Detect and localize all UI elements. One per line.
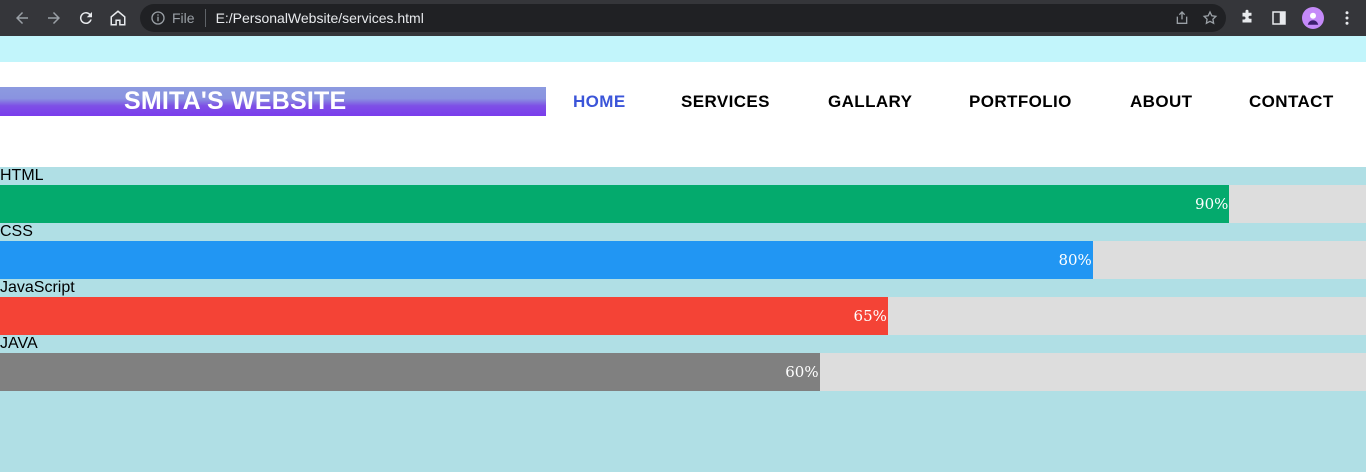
skill-label: CSS	[0, 223, 33, 240]
site-logo: SMITA'S WEBSITE	[0, 87, 546, 116]
address-bar[interactable]: File E:/PersonalWebsite/services.html	[140, 4, 1226, 32]
skill-percent: 90%	[1195, 195, 1229, 213]
logo-text: SMITA'S WEBSITE	[124, 87, 347, 115]
skill-css: CSS 80%	[0, 223, 1366, 279]
skill-track: 90%	[0, 185, 1366, 223]
skill-percent: 60%	[785, 363, 819, 381]
skills-section: HTML 90% CSS 80% JavaScript 65% JAVA 60%	[0, 167, 1366, 391]
top-strip	[0, 36, 1366, 62]
home-button[interactable]	[102, 2, 134, 34]
skill-bar-css: 80%	[0, 241, 1093, 279]
nav-services[interactable]: SERVICES	[681, 87, 770, 116]
skill-track: 65%	[0, 297, 1366, 335]
share-icon[interactable]	[1174, 10, 1190, 26]
skill-bar-javascript: 65%	[0, 297, 888, 335]
browser-toolbar: File E:/PersonalWebsite/services.html	[0, 0, 1366, 36]
forward-icon	[48, 12, 60, 24]
skill-percent: 80%	[1058, 251, 1092, 269]
star-icon[interactable]	[1202, 10, 1218, 26]
nav-about[interactable]: ABOUT	[1130, 87, 1192, 116]
skill-label: JAVA	[0, 335, 38, 352]
nav-home[interactable]: HOME	[573, 87, 626, 116]
info-icon[interactable]	[150, 10, 166, 26]
extensions-icon[interactable]	[1238, 9, 1256, 27]
back-button[interactable]	[6, 2, 38, 34]
nav-contact[interactable]: CONTACT	[1249, 87, 1334, 116]
site-header: SMITA'S WEBSITE HOME SERVICES GALLARY PO…	[0, 62, 1366, 167]
reload-icon	[79, 12, 92, 25]
forward-button[interactable]	[38, 2, 70, 34]
url-text[interactable]: E:/PersonalWebsite/services.html	[216, 10, 424, 26]
skill-label: HTML	[0, 167, 44, 184]
skill-bar-html: 90%	[0, 185, 1230, 223]
skill-label: JavaScript	[0, 279, 75, 296]
nav-gallary[interactable]: GALLARY	[828, 87, 912, 116]
profile-avatar[interactable]	[1302, 7, 1324, 29]
skill-percent: 65%	[853, 307, 887, 325]
nav-portfolio[interactable]: PORTFOLIO	[969, 87, 1072, 116]
skill-track: 60%	[0, 353, 1366, 391]
omnibox-divider	[204, 9, 206, 27]
reload-button[interactable]	[70, 2, 102, 34]
skill-javascript: JavaScript 65%	[0, 279, 1366, 335]
skill-java: JAVA 60%	[0, 335, 1366, 391]
file-scheme-label: File	[172, 10, 195, 26]
home-icon	[110, 10, 126, 26]
skill-track: 80%	[0, 241, 1366, 279]
side-panel-icon[interactable]	[1270, 9, 1288, 27]
back-icon	[16, 12, 28, 24]
skill-html: HTML 90%	[0, 167, 1366, 223]
menu-icon[interactable]	[1338, 9, 1356, 27]
skill-bar-java: 60%	[0, 353, 820, 391]
